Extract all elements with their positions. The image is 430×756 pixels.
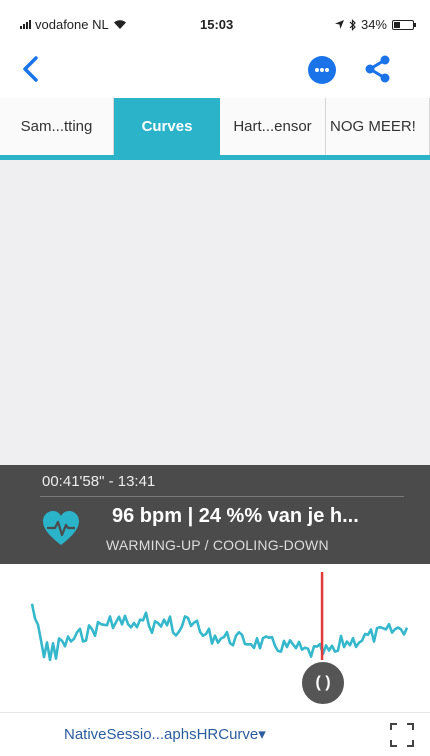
bluetooth-icon — [349, 18, 356, 31]
tab-curves[interactable]: Curves — [114, 98, 220, 155]
carrier-info: vodafone NL — [20, 17, 127, 32]
more-horizontal-icon — [315, 68, 329, 72]
status-time: 15:03 — [200, 17, 234, 32]
footer: NativeSessio...aphsHRCurve▾ — [0, 712, 430, 756]
battery-percent: 34% — [360, 17, 387, 32]
more-button[interactable] — [308, 56, 336, 84]
status-right: 34% — [334, 17, 416, 32]
share-icon — [365, 55, 390, 83]
scrub-handle[interactable]: ( ) — [300, 660, 346, 706]
tab-bar: Sam...tting Curves Hart...ensor NOG MEER… — [0, 98, 430, 160]
share-button[interactable] — [360, 52, 394, 86]
hr-curve-line — [30, 603, 409, 662]
wifi-icon — [113, 20, 126, 29]
heart-rate-value: 96 bpm | 24 %% van je h... — [112, 505, 359, 527]
battery-icon — [392, 19, 416, 30]
hr-overview-chart[interactable] — [0, 564, 430, 704]
signal-icon — [20, 20, 31, 29]
chevron-left-icon — [23, 56, 38, 82]
selected-time-range: 00:41'58" - 13:41 — [42, 473, 156, 490]
nav-bar — [0, 44, 430, 96]
heart-rate-icon — [43, 511, 79, 545]
info-divider — [40, 496, 404, 497]
location-arrow-icon — [334, 20, 344, 29]
chart-area[interactable] — [0, 160, 430, 465]
tab-nog-meer[interactable]: NOG MEER! — [326, 98, 430, 155]
heart-rate-zone: WARMING-UP / COOLING-DOWN — [106, 537, 329, 553]
status-bar: vodafone NL 15:03 34% — [0, 0, 430, 44]
battery-fill — [394, 21, 401, 28]
carrier-name: vodafone NL — [35, 17, 109, 32]
tab-samenvatting[interactable]: Sam...tting — [0, 98, 114, 155]
expand-icon[interactable] — [388, 721, 416, 749]
graph-selector-dropdown[interactable]: NativeSessio...aphsHRCurve▾ — [64, 725, 266, 743]
info-panel: 00:41'58" - 13:41 96 bpm | 24 %% van je … — [0, 465, 430, 564]
tab-hartslagsensor[interactable]: Hart...ensor — [220, 98, 326, 155]
back-button[interactable] — [14, 52, 48, 86]
